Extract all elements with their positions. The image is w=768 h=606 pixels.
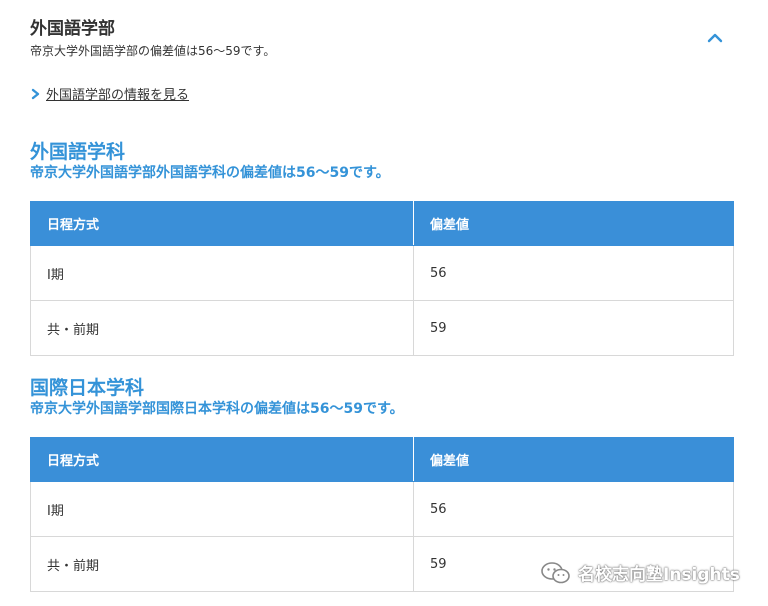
page: 外国語学部 帝京大学外国語学部の偏差値は56〜59です。 外国語学部の情報を見る… — [0, 0, 768, 606]
watermark: 名校志向塾Insights — [540, 560, 740, 585]
faculty-info-link-label: 外国語学部の情報を見る — [46, 88, 190, 103]
faculty-subtitle: 帝京大学外国語学部の偏差値は56〜59です。 — [30, 44, 276, 58]
deviation-cell: 56 — [413, 245, 734, 301]
watermark-text: 名校志向塾Insights — [578, 565, 740, 585]
schedule-cell: Ⅰ期 — [30, 481, 414, 537]
department-title: 国際日本学科 — [30, 377, 145, 399]
schedule-cell: 共・前期 — [30, 300, 414, 356]
table-header-row: 日程方式 偏差値 — [30, 201, 734, 246]
column-header-schedule: 日程方式 — [30, 437, 414, 482]
schedule-cell: Ⅰ期 — [30, 245, 414, 301]
column-header-deviation: 偏差値 — [413, 437, 734, 482]
schedule-cell: 共・前期 — [30, 536, 414, 592]
table-row: 共・前期 59 — [30, 300, 734, 356]
department-note: 帝京大学外国語学部国際日本学科の偏差値は56〜59です。 — [30, 401, 404, 417]
department-title: 外国語学科 — [30, 141, 126, 163]
department-section: 外国語学科 帝京大学外国語学部外国語学科の偏差値は56〜59です。 日程方式 偏… — [30, 140, 734, 356]
faculty-title: 外国語学部 — [30, 19, 115, 39]
deviation-cell: 56 — [413, 481, 734, 537]
column-header-deviation: 偏差値 — [413, 201, 734, 246]
chevron-right-icon — [31, 88, 40, 99]
faculty-header[interactable]: 外国語学部 帝京大学外国語学部の偏差値は56〜59です。 — [30, 18, 734, 59]
department-note: 帝京大学外国語学部外国語学科の偏差値は56〜59です。 — [30, 165, 390, 181]
table-header-row: 日程方式 偏差値 — [30, 437, 734, 482]
department-section: 国際日本学科 帝京大学外国語学部国際日本学科の偏差値は56〜59です。 日程方式… — [30, 376, 734, 592]
table-row: Ⅰ期 56 — [30, 245, 734, 301]
table-row: Ⅰ期 56 — [30, 481, 734, 537]
faculty-info-link[interactable]: 外国語学部の情報を見る — [30, 84, 189, 103]
deviation-table: 日程方式 偏差値 Ⅰ期 56 共・前期 59 — [30, 201, 734, 356]
deviation-cell: 59 — [413, 300, 734, 356]
wechat-icon — [541, 561, 570, 583]
column-header-schedule: 日程方式 — [30, 201, 414, 246]
collapse-toggle-button[interactable] — [704, 28, 726, 46]
chevron-up-icon — [707, 33, 723, 43]
